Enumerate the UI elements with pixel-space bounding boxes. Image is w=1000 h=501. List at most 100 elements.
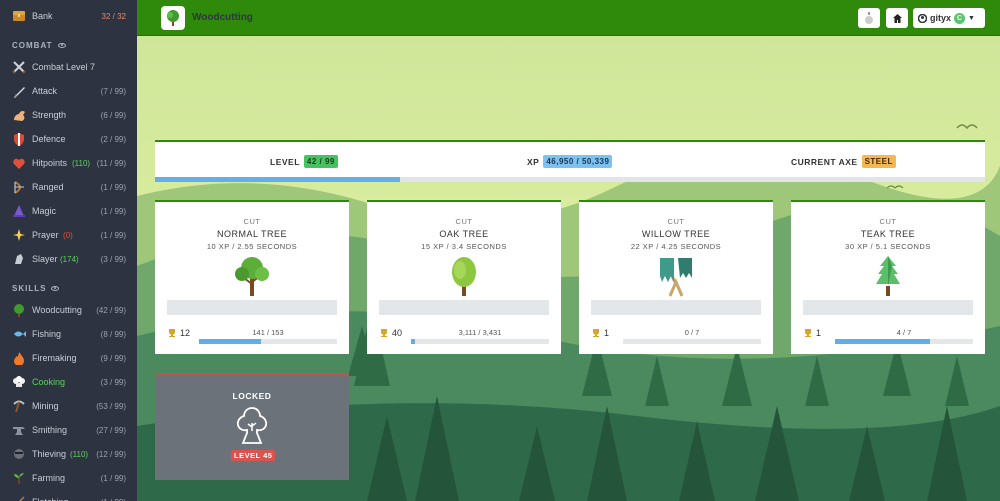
slayer-helmet-icon — [11, 251, 27, 267]
sidebar-item-ranged[interactable]: Ranged (1 / 99) — [0, 176, 137, 198]
oak-tree-icon — [452, 257, 476, 296]
cut-progress-bar — [379, 300, 549, 315]
sidebar-item-smithing[interactable]: Smithing (27 / 99) — [0, 419, 137, 441]
potion-icon — [865, 12, 873, 24]
mastery-progress-text: 0 / 7 — [684, 328, 700, 337]
mastery-progress-fill — [835, 339, 931, 344]
eye-icon — [57, 43, 66, 48]
thief-icon — [11, 446, 27, 462]
user-badge: C — [954, 12, 966, 24]
crossed-swords-icon — [11, 59, 27, 75]
home-icon — [892, 13, 902, 23]
trophy-icon — [169, 329, 175, 337]
tree-card-oak-tree[interactable]: CUT OAK TREE 15 XP / 3.4 SECONDS 40 3,111 / … — [367, 200, 561, 354]
sparkle-icon — [11, 227, 27, 243]
mastery-level: 12 — [167, 328, 190, 338]
bank-count: 32 / 32 — [101, 11, 126, 21]
user-icon — [918, 13, 927, 23]
tree-name: OAK TREE — [439, 229, 489, 239]
sidebar-item-combat-level[interactable]: Combat Level 7 — [0, 56, 137, 78]
sidebar-item-level: (11 / 99) — [96, 158, 126, 168]
skill-progress-card: LEVEL 42 / 99 XP 46,950 / 50,339 CURRENT A… — [155, 140, 985, 182]
locked-tree-card: LOCKED LEVEL 45 — [155, 373, 349, 480]
axe-stat: CURRENT AXE STEEL — [791, 155, 896, 168]
main-content: LEVEL 42 / 99 XP 46,950 / 50,339 CURRENT A… — [137, 36, 1000, 501]
mastery-level: 40 — [379, 328, 402, 338]
chevron-down-icon: ▼ — [968, 14, 975, 22]
sidebar-item-level: (12 / 99) — [96, 449, 126, 459]
shield-icon — [11, 131, 27, 147]
pickaxe-icon — [11, 398, 27, 414]
sidebar-item-bank[interactable]: Bank 32 / 32 — [0, 5, 137, 27]
mastery-progress-text: 141 / 153 — [252, 328, 284, 337]
sidebar-item-magic[interactable]: Magic (1 / 99) — [0, 200, 137, 222]
sidebar-item-mining[interactable]: Mining (53 / 99) — [0, 395, 137, 417]
sidebar-item-fishing[interactable]: Fishing (8 / 99) — [0, 323, 137, 345]
sidebar-item-level: (3 / 99) — [100, 377, 126, 387]
anvil-icon — [11, 422, 27, 438]
sidebar-item-level: (42 / 99) — [96, 305, 126, 315]
tree-xp-info: 15 XP / 3.4 SECONDS — [421, 242, 507, 251]
bank-chest-icon — [11, 8, 27, 24]
woodcutting-tree-icon — [11, 302, 27, 318]
cut-label: CUT — [879, 217, 897, 226]
tree-name: WILLOW TREE — [641, 229, 711, 239]
flexed-arm-icon — [11, 107, 27, 123]
mastery-progress-text: 4 / 7 — [896, 328, 912, 337]
sidebar-item-attack[interactable]: Attack (7 / 99) — [0, 80, 137, 102]
tree-card-teak-tree[interactable]: CUT TEAK TREE 30 XP / 5.1 SECONDS 1 4 / 7 — [791, 200, 985, 354]
sidebar-item-level: (8 / 99) — [100, 329, 126, 339]
xp-stat: XP 46,950 / 50,339 — [527, 155, 613, 168]
sidebar-item-slayer[interactable]: Slayer (174) (3 / 99) — [0, 248, 137, 270]
cut-label: CUT — [455, 217, 473, 226]
home-button[interactable] — [886, 8, 908, 28]
xp-progress-fill — [155, 177, 400, 182]
sidebar: Bank 32 / 32 COMBAT Combat Level 7 Attac… — [0, 0, 137, 501]
sidebar-item-fletching[interactable]: Fletching(1 / 99) — [0, 491, 137, 501]
sidebar-item-strength[interactable]: Strength (6 / 99) — [0, 104, 137, 126]
trophy-icon — [593, 329, 599, 337]
cut-progress-bar — [591, 300, 761, 315]
wizard-hat-icon — [11, 203, 27, 219]
sidebar-item-hitpoints[interactable]: Hitpoints (110) (11 / 99) — [0, 152, 137, 174]
fire-icon — [11, 350, 27, 366]
sidebar-item-cooking[interactable]: Cooking (3 / 99) — [0, 371, 137, 393]
tree-xp-info: 30 XP / 5.1 SECONDS — [845, 242, 931, 251]
tree-xp-info: 10 XP / 2.55 SECONDS — [206, 242, 298, 251]
sidebar-item-woodcutting[interactable]: Woodcutting (42 / 99) — [0, 299, 137, 321]
skills-heading[interactable]: SKILLS — [12, 284, 60, 293]
page-title: Woodcutting — [192, 12, 253, 23]
sidebar-item-defence[interactable]: Defence (2 / 99) — [0, 128, 137, 150]
tree-card-willow-tree[interactable]: CUT WILLOW TREE 22 XP / 4.25 SECONDS 1 0 / 7 — [579, 200, 773, 354]
sidebar-item-level: (2 / 99) — [100, 134, 126, 144]
tree-outline-icon — [236, 407, 268, 444]
sidebar-item-level: (53 / 99) — [96, 401, 126, 411]
mastery-progress-bar — [835, 339, 973, 344]
trophy-icon — [805, 329, 811, 337]
xp-progress-bar — [155, 177, 985, 182]
tree-card-normal-tree[interactable]: CUT NORMAL TREE 10 XP / 2.55 SECONDS 12 141 … — [155, 200, 349, 354]
tree-name: TEAK TREE — [860, 229, 916, 239]
user-menu-button[interactable]: gityx C ▼ — [913, 8, 985, 28]
mastery-progress-fill — [411, 339, 416, 344]
sidebar-item-level: (1 / 99) — [101, 498, 126, 501]
app: Bank 32 / 32 COMBAT Combat Level 7 Attac… — [0, 0, 1000, 501]
sidebar-item-farming[interactable]: Farming (1 / 99) — [0, 467, 137, 489]
sidebar-item-sub: (0) — [63, 230, 73, 240]
sidebar-item-level: (1 / 99) — [100, 182, 126, 192]
sidebar-item-thieving[interactable]: Thieving (110) (12 / 99) — [0, 443, 137, 465]
sidebar-item-level: (6 / 99) — [100, 110, 126, 120]
fish-icon — [11, 326, 27, 342]
tree-name: NORMAL TREE — [216, 229, 287, 239]
sidebar-item-firemaking[interactable]: Firemaking (9 / 99) — [0, 347, 137, 369]
mastery-progress-bar — [623, 339, 761, 344]
sidebar-item-sub: (110) — [70, 449, 89, 459]
required-level-badge: LEVEL 45 — [231, 450, 276, 461]
potion-button[interactable] — [858, 8, 880, 28]
sidebar-item-prayer[interactable]: Prayer (0) (1 / 99) — [0, 224, 137, 246]
combat-heading[interactable]: COMBAT — [12, 41, 66, 50]
tree-xp-info: 22 XP / 4.25 SECONDS — [630, 242, 722, 251]
sprout-icon — [11, 470, 27, 486]
normal-tree-icon — [235, 257, 269, 296]
mastery-level: 1 — [803, 328, 821, 338]
